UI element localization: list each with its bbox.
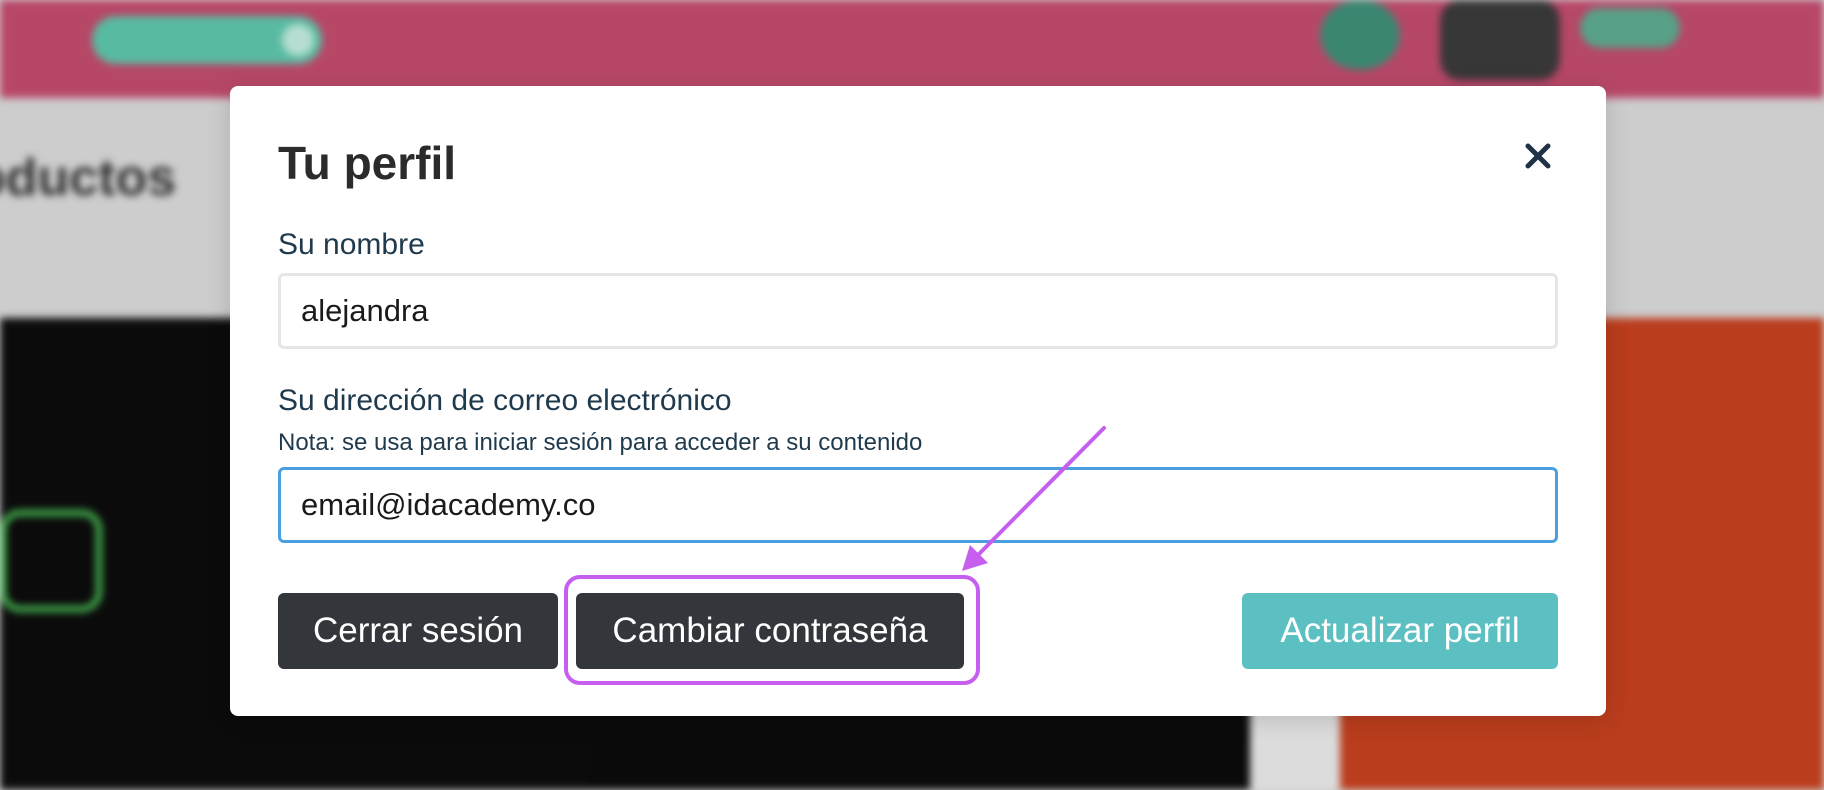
close-button[interactable] bbox=[1518, 136, 1558, 176]
logout-button[interactable]: Cerrar sesión bbox=[278, 593, 558, 669]
update-profile-button[interactable]: Actualizar perfil bbox=[1242, 593, 1558, 669]
annotation-highlight-box bbox=[564, 575, 980, 685]
email-input[interactable] bbox=[278, 467, 1558, 543]
name-input[interactable] bbox=[278, 273, 1558, 349]
close-icon bbox=[1525, 143, 1551, 169]
modal-title: Tu perfil bbox=[278, 137, 457, 189]
name-label: Su nombre bbox=[278, 228, 425, 261]
email-note: Nota: se usa para iniciar sesión para ac… bbox=[278, 429, 923, 456]
email-label: Su dirección de correo electrónico bbox=[278, 384, 732, 417]
